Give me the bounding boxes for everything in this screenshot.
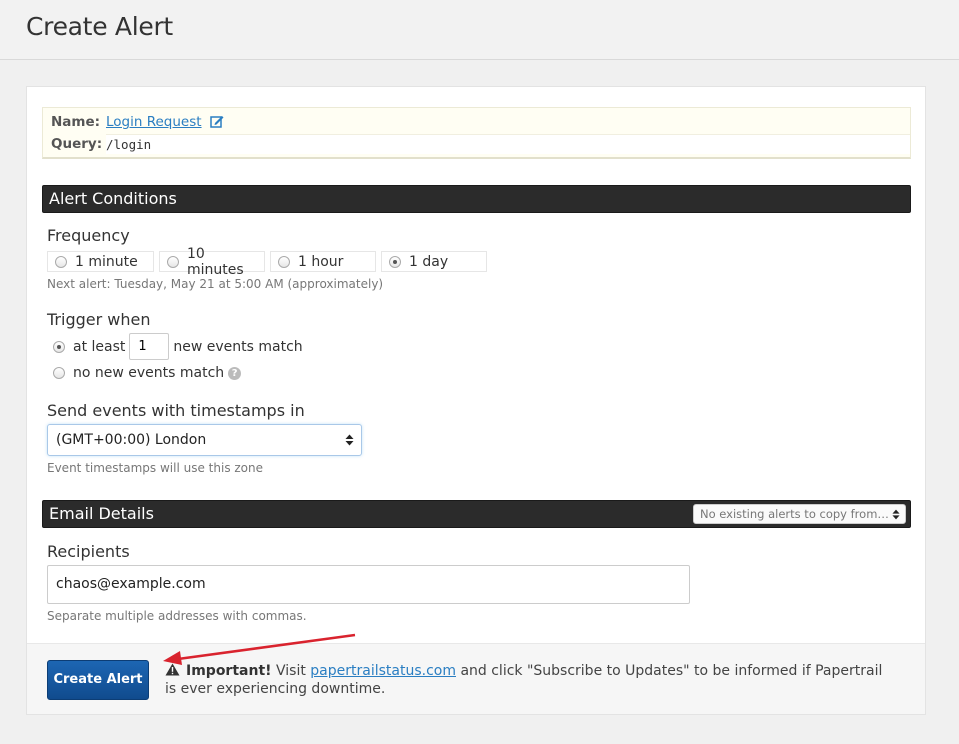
timezone-selected-value: (GMT+00:00) London	[56, 432, 207, 448]
next-alert-text: Next alert: Tuesday, May 21 at 5:00 AM (…	[47, 277, 384, 291]
frequency-option-1-hour[interactable]: 1 hour	[270, 251, 376, 272]
trigger-at-least-prefix: at least	[73, 338, 126, 355]
recipients-label: Recipients	[47, 542, 130, 561]
radio-button-selected[interactable]	[389, 255, 401, 268]
trigger-at-least-option[interactable]: at least new events match	[53, 333, 303, 360]
page-header: Create Alert	[0, 0, 959, 60]
radio-button[interactable]	[278, 255, 290, 268]
search-query-row: Query: /login	[51, 134, 910, 154]
select-updown-icon	[345, 434, 354, 446]
page-title: Create Alert	[26, 12, 173, 41]
timezone-select[interactable]: (GMT+00:00) London	[47, 424, 362, 456]
radio-button[interactable]	[167, 255, 179, 268]
select-updown-icon	[892, 509, 900, 520]
trigger-when-label: Trigger when	[47, 310, 151, 329]
frequency-option-1-minute[interactable]: 1 minute	[47, 251, 154, 272]
timezone-hint: Event timestamps will use this zone	[47, 461, 264, 475]
trigger-at-least-suffix: new events match	[173, 338, 303, 355]
frequency-option-label: 1 hour	[298, 253, 344, 270]
alert-form-card: Name: Login Request Query: /login Alert …	[26, 86, 926, 715]
warning-icon	[165, 663, 180, 676]
email-details-title: Email Details	[49, 504, 154, 523]
frequency-label: Frequency	[47, 226, 130, 245]
recipients-input[interactable]: chaos@example.com	[47, 565, 690, 604]
frequency-option-label: 1 minute	[75, 253, 138, 270]
event-count-input[interactable]	[129, 333, 170, 360]
radio-button[interactable]	[55, 255, 67, 268]
trigger-no-new-option[interactable]: no new events match ?	[53, 365, 242, 381]
email-details-header: Email Details No existing alerts to copy…	[42, 500, 911, 528]
query-label: Query:	[51, 136, 103, 152]
radio-button-selected[interactable]	[53, 340, 65, 353]
frequency-option-10-minutes[interactable]: 10 minutes	[159, 246, 265, 278]
status-notice: Important! Visit papertrailstatus.com an…	[165, 662, 895, 698]
name-label: Name:	[51, 114, 101, 130]
search-name-link[interactable]: Login Request	[106, 114, 202, 130]
radio-button[interactable]	[53, 367, 65, 379]
alert-conditions-header: Alert Conditions	[42, 185, 911, 213]
search-query-value: /login	[106, 134, 910, 154]
timezone-label: Send events with timestamps in	[47, 401, 305, 420]
visit-text: Visit	[275, 663, 306, 679]
frequency-option-1-day[interactable]: 1 day	[381, 251, 487, 272]
copy-alert-select-value: No existing alerts to copy from…	[700, 507, 889, 521]
help-icon[interactable]: ?	[228, 366, 242, 380]
copy-alert-select[interactable]: No existing alerts to copy from…	[693, 504, 906, 524]
frequency-option-label: 1 day	[409, 253, 449, 270]
create-alert-button[interactable]: Create Alert	[47, 660, 149, 700]
edit-icon[interactable]	[209, 115, 224, 129]
status-link[interactable]: papertrailstatus.com	[310, 663, 456, 679]
search-name-row: Name: Login Request	[51, 114, 224, 130]
recipients-hint: Separate multiple addresses with commas.	[47, 609, 307, 623]
search-summary: Name: Login Request Query: /login	[42, 107, 911, 159]
notice-message: and click "Subscribe to Updates" to be i…	[165, 663, 883, 697]
trigger-no-new-label: no new events match	[73, 365, 225, 381]
form-footer: Create Alert Important! Visit papertrail…	[27, 643, 925, 714]
frequency-options: 1 minute 10 minutes 1 hour 1 day	[47, 246, 487, 278]
frequency-option-label: 10 minutes	[187, 245, 244, 278]
important-label: Important!	[186, 663, 272, 679]
